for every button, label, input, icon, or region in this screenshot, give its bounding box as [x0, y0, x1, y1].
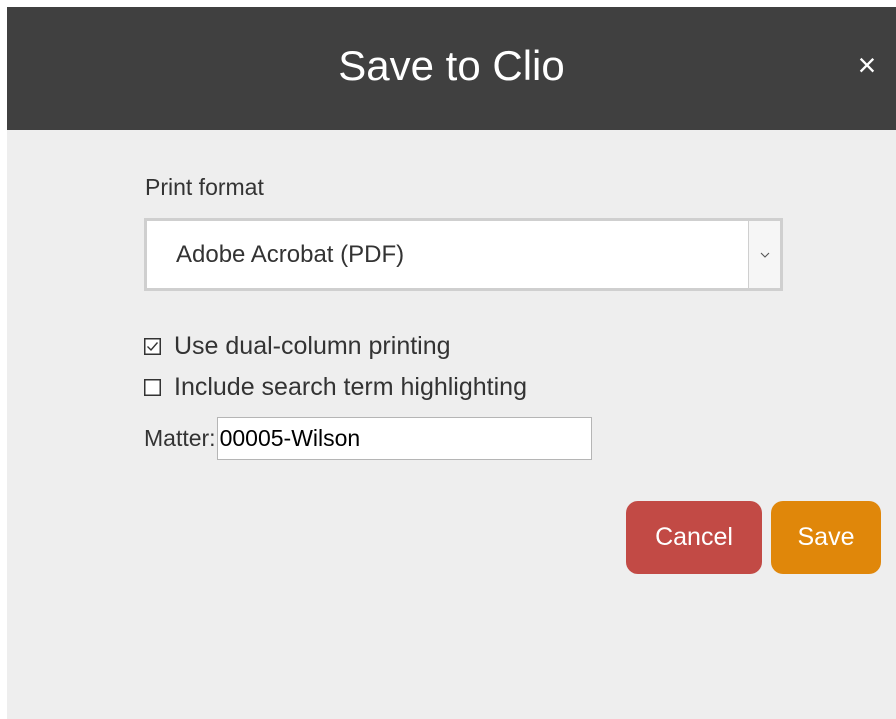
- print-format-selected-value: Adobe Acrobat (PDF): [176, 241, 405, 268]
- save-button[interactable]: Save: [771, 501, 881, 574]
- close-icon[interactable]: ×: [850, 45, 884, 85]
- matter-row: Matter:: [144, 417, 592, 460]
- dual-column-option[interactable]: Use dual-column printing: [144, 330, 451, 362]
- dropdown-button[interactable]: [748, 221, 780, 288]
- search-highlighting-label: Include search term highlighting: [174, 372, 527, 401]
- dual-column-label: Use dual-column printing: [174, 331, 451, 360]
- dialog-titlebar: Save to Clio ×: [7, 7, 896, 130]
- matter-label: Matter:: [144, 425, 216, 451]
- search-highlighting-option[interactable]: Include search term highlighting: [144, 371, 527, 403]
- dialog-title: Save to Clio: [338, 42, 565, 89]
- save-to-clio-dialog: Save to Clio × Print format Adobe Acroba…: [7, 7, 896, 719]
- checkbox-checked-icon[interactable]: [144, 337, 161, 355]
- chevron-down-icon: [760, 252, 769, 258]
- matter-input[interactable]: [216, 417, 592, 460]
- print-format-select[interactable]: Adobe Acrobat (PDF): [144, 218, 783, 291]
- print-format-label: Print format: [145, 174, 264, 200]
- cancel-button[interactable]: Cancel: [626, 501, 762, 574]
- checkbox-unchecked-icon[interactable]: [144, 378, 161, 396]
